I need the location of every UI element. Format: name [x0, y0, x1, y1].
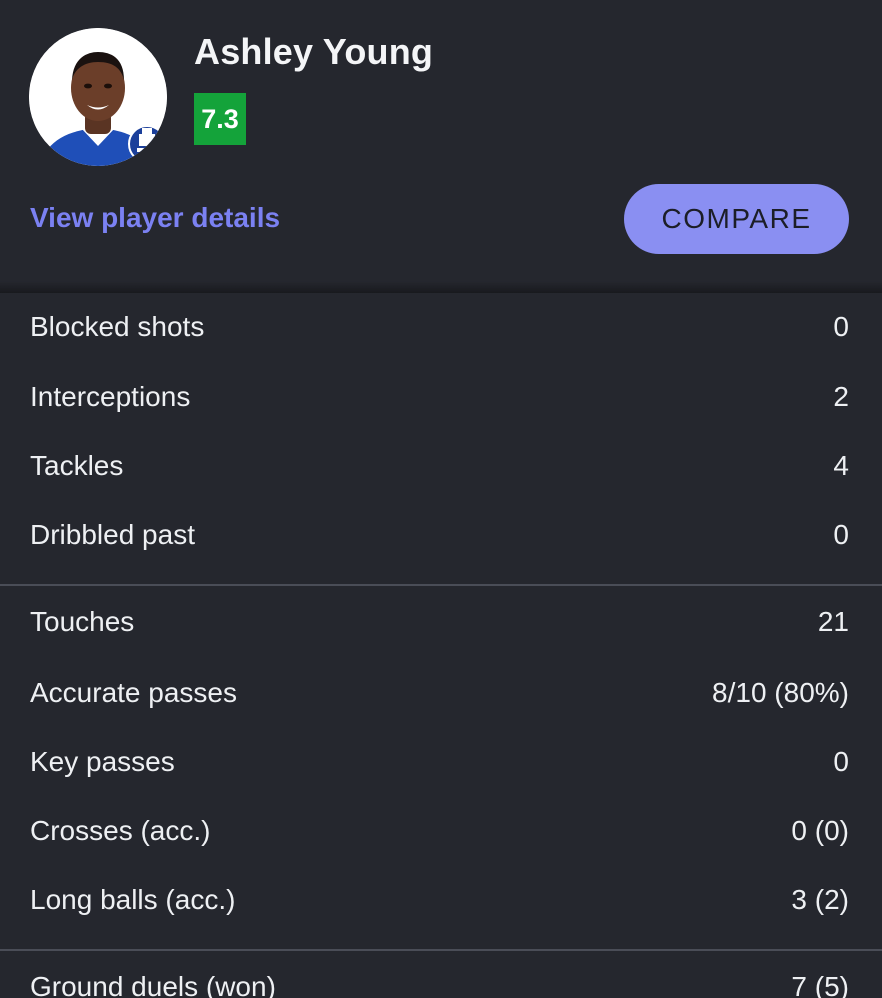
- defending-stats: Blocked shots 0 Interceptions 2 Tackles …: [0, 292, 882, 584]
- player-stats-sheet: Ashley Young 7.3 View player details COM…: [0, 0, 882, 998]
- rating-badge: 7.3: [194, 93, 246, 145]
- stat-row-accurate-passes: Accurate passes 8/10 (80%): [0, 658, 882, 727]
- player-avatar[interactable]: [29, 28, 167, 166]
- stat-label: Crosses (acc.): [30, 814, 211, 846]
- stat-label: Long balls (acc.): [30, 883, 236, 915]
- passing-stats: Touches 21 Accurate passes 8/10 (80%) Ke…: [0, 586, 882, 949]
- duels-stats: Ground duels (won) 7 (5): [0, 951, 882, 998]
- stat-label: Interceptions: [30, 380, 191, 412]
- stat-value: 0 (0): [791, 814, 849, 846]
- everton-crest-icon: [128, 125, 166, 163]
- stat-row-key-passes: Key passes 0: [0, 727, 882, 796]
- stat-label: Blocked shots: [30, 311, 205, 342]
- stat-row-blocked-shots: Blocked shots 0: [0, 292, 882, 362]
- view-player-details-link[interactable]: View player details: [30, 202, 280, 234]
- stat-row-long-balls: Long balls (acc.) 3 (2): [0, 865, 882, 934]
- stat-row-dribbled-past: Dribbled past 0: [0, 500, 882, 569]
- stat-row-crosses: Crosses (acc.) 0 (0): [0, 796, 882, 865]
- stat-value: 0: [833, 518, 849, 550]
- stat-value: 0: [833, 745, 849, 777]
- stat-value: 4: [833, 449, 849, 481]
- stat-row-touches: Touches 21: [0, 586, 882, 658]
- stat-value: 21: [817, 606, 849, 637]
- player-header: Ashley Young 7.3 View player details COM…: [0, 0, 882, 289]
- stat-row-ground-duels: Ground duels (won) 7 (5): [0, 951, 882, 998]
- stat-value: 3 (2): [791, 883, 849, 915]
- stat-label: Ground duels (won): [30, 971, 276, 998]
- player-photo-icon: [29, 28, 167, 166]
- stat-label: Dribbled past: [30, 518, 195, 550]
- stat-value: 0: [833, 311, 849, 342]
- stat-value: 7 (5): [791, 971, 849, 998]
- stat-row-tackles: Tackles 4: [0, 431, 882, 500]
- stat-label: Tackles: [30, 449, 124, 481]
- stat-label: Accurate passes: [30, 676, 237, 708]
- stat-label: Key passes: [30, 745, 175, 777]
- compare-button[interactable]: COMPARE: [624, 184, 849, 254]
- stat-value: 2: [833, 380, 849, 412]
- stat-value: 8/10 (80%): [712, 676, 849, 708]
- stat-row-interceptions: Interceptions 2: [0, 362, 882, 431]
- stat-label: Touches: [30, 606, 135, 637]
- player-name: Ashley Young: [194, 31, 434, 72]
- stats-list: Blocked shots 0 Interceptions 2 Tackles …: [0, 292, 882, 998]
